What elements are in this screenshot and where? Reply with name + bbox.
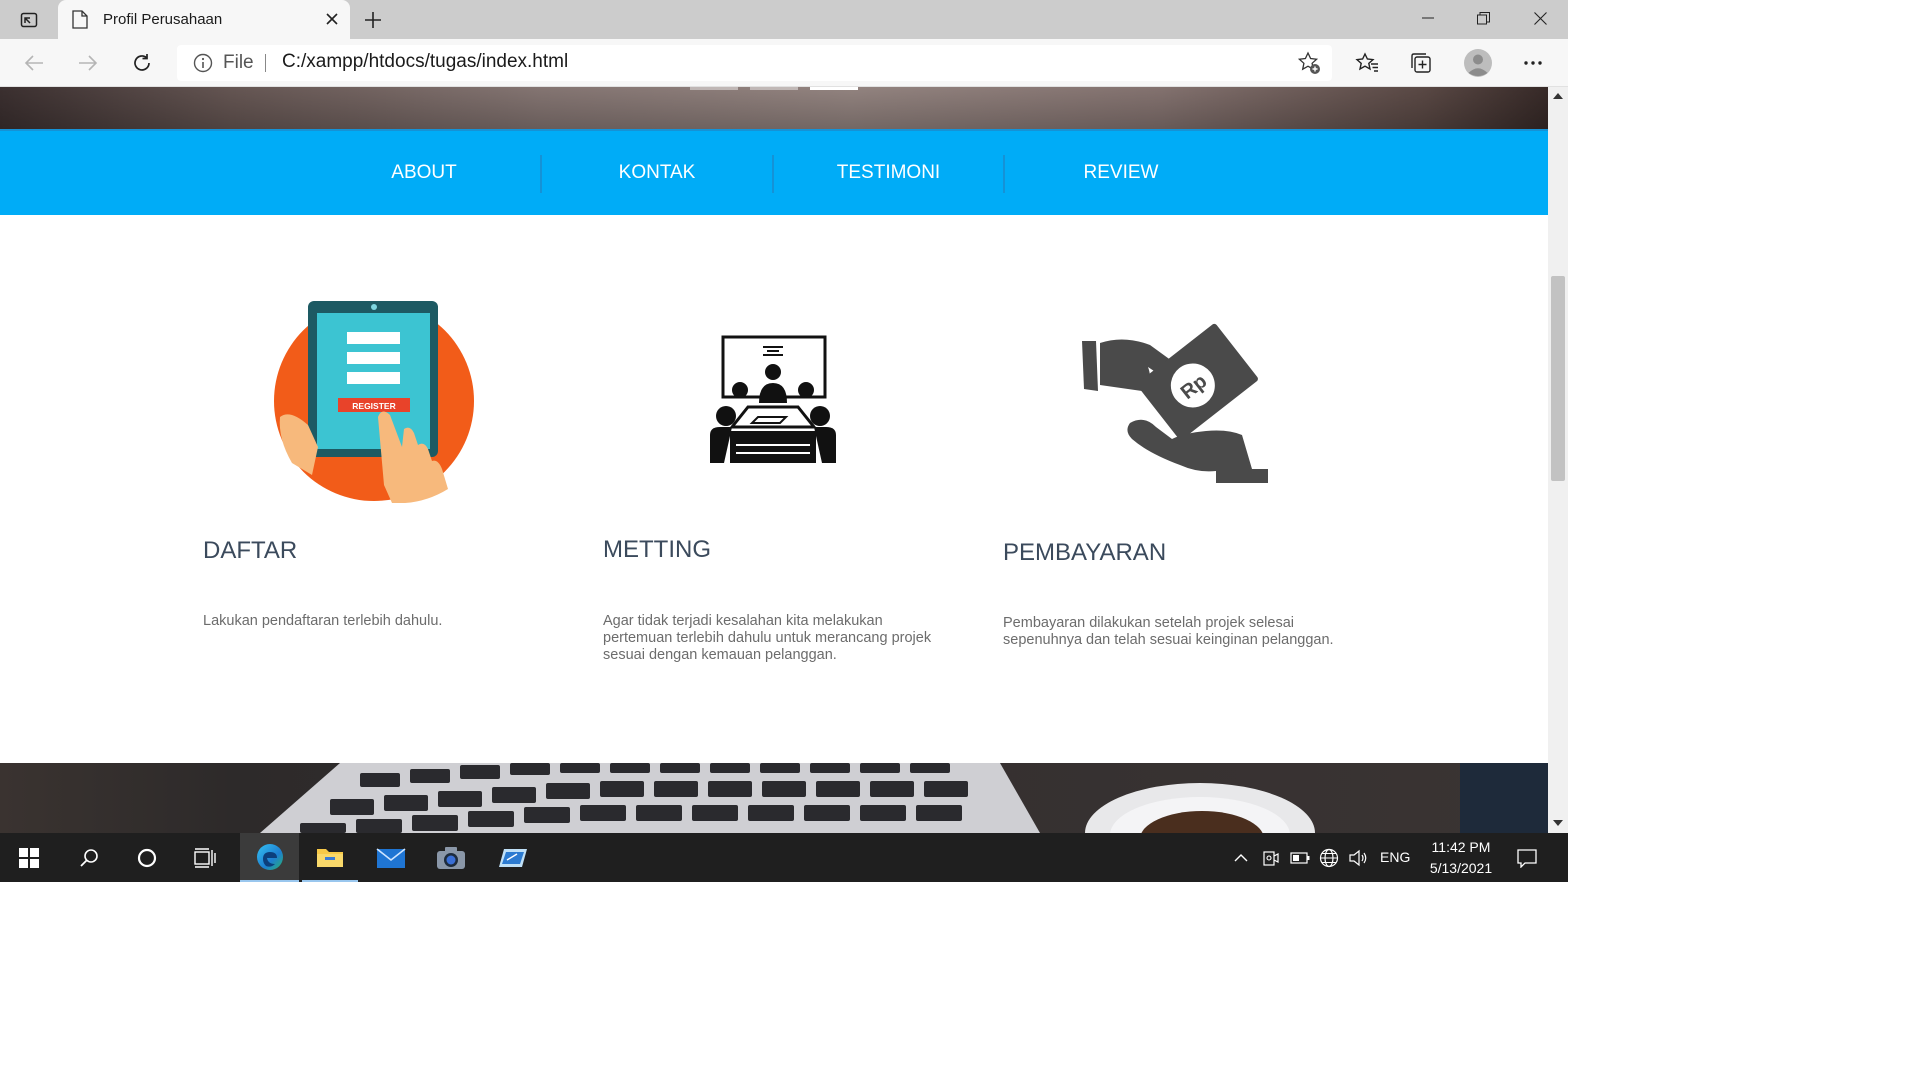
footer-background-image <box>0 763 1548 833</box>
clock-date: 5/13/2021 <box>1429 860 1493 876</box>
description-line: sepenuhnya dan telah sesuai keinginan pe… <box>1003 632 1334 648</box>
nav-link-review[interactable]: REVIEW <box>1005 131 1237 215</box>
notifications-icon[interactable] <box>1512 833 1542 882</box>
network-globe-icon[interactable] <box>1316 833 1342 882</box>
meeting-room-icon <box>706 335 840 465</box>
scroll-up-arrow-icon[interactable] <box>1553 93 1563 99</box>
nav-link-kontak[interactable]: KONTAK <box>542 131 772 215</box>
file-explorer-icon[interactable] <box>302 833 358 882</box>
tab-title: Profil Perusahaan <box>103 11 223 28</box>
windows-taskbar: ENG 11:42 PM 5/13/2021 <box>0 833 1568 882</box>
nav-link-about[interactable]: ABOUT <box>309 131 539 215</box>
page-viewport: ABOUT KONTAK TESTIMONI REVIEW REGISTER D… <box>0 87 1548 833</box>
nav-link-testimoni[interactable]: TESTIMONI <box>774 131 1003 215</box>
more-options-icon[interactable] <box>1518 48 1548 78</box>
browser-toolbar: File C:/xampp/htdocs/tugas/index.html <box>0 39 1568 87</box>
volume-icon[interactable] <box>1345 833 1371 882</box>
meet-now-icon[interactable] <box>1258 833 1284 882</box>
description-line: Lakukan pendaftaran terlebih dahulu. <box>203 613 443 629</box>
collections-icon[interactable] <box>1406 48 1436 78</box>
description-line: pertemuan terlebih dahulu untuk merancan… <box>603 630 932 646</box>
scheme-label: File <box>223 52 254 73</box>
address-separator <box>265 54 266 72</box>
windows-start-icon[interactable] <box>6 833 52 882</box>
minimize-icon[interactable] <box>1408 4 1448 32</box>
show-hidden-icons-icon[interactable] <box>1228 833 1254 882</box>
remote-desktop-icon[interactable] <box>484 833 542 882</box>
camera-icon[interactable] <box>422 833 480 882</box>
vertical-scrollbar[interactable] <box>1548 87 1568 833</box>
feature-title-pembayaran: PEMBAYARAN <box>1003 539 1167 566</box>
feature-title-daftar: DAFTAR <box>203 537 298 564</box>
add-favorite-icon[interactable] <box>1297 51 1321 80</box>
new-tab-icon[interactable] <box>360 7 386 33</box>
feature-description-metting: Agar tidak terjadi kesalahan kita melaku… <box>603 613 931 664</box>
input-language[interactable]: ENG <box>1380 849 1410 865</box>
tab-actions-icon[interactable] <box>14 7 44 33</box>
search-icon[interactable] <box>66 833 112 882</box>
edge-browser-taskbar-icon[interactable] <box>240 833 299 882</box>
hero-slider <box>0 87 1548 129</box>
mail-icon[interactable] <box>362 833 420 882</box>
browser-tab-bar: Profil Perusahaan <box>0 0 1568 39</box>
address-bar[interactable]: File C:/xampp/htdocs/tugas/index.html <box>177 45 1332 81</box>
favorites-icon[interactable] <box>1352 48 1382 78</box>
active-tab[interactable]: Profil Perusahaan <box>58 0 350 39</box>
scroll-thumb[interactable] <box>1551 276 1565 481</box>
payment-hand-money-icon: Rp <box>1076 305 1272 499</box>
battery-icon[interactable] <box>1287 833 1313 882</box>
register-label: REGISTER <box>352 401 395 411</box>
description-line: Pembayaran dilakukan setelah projek sele… <box>1003 615 1294 631</box>
register-tablet-illustration: REGISTER <box>272 299 476 504</box>
cortana-icon[interactable] <box>124 833 170 882</box>
feature-description-daftar: Lakukan pendaftaran terlebih dahulu. <box>203 613 442 630</box>
forward-icon[interactable] <box>73 48 103 78</box>
main-navigation: ABOUT KONTAK TESTIMONI REVIEW <box>0 129 1548 215</box>
page-icon <box>72 10 88 34</box>
clock-time: 11:42 PM <box>1431 839 1491 855</box>
feature-title-metting: METTING <box>603 536 711 563</box>
close-window-icon[interactable] <box>1520 4 1560 32</box>
slider-indicator[interactable] <box>690 87 738 90</box>
back-icon[interactable] <box>19 48 49 78</box>
scroll-down-arrow-icon[interactable] <box>1553 820 1563 826</box>
slider-indicator-active[interactable] <box>810 87 858 90</box>
restore-icon[interactable] <box>1463 4 1503 32</box>
close-tab-icon[interactable] <box>322 9 342 29</box>
taskbar-clock[interactable]: 11:42 PM 5/13/2021 <box>1418 837 1504 879</box>
url-text[interactable]: C:/xampp/htdocs/tugas/index.html <box>282 51 568 73</box>
profile-avatar-icon[interactable] <box>1462 47 1494 79</box>
description-line: Agar tidak terjadi kesalahan kita melaku… <box>603 613 883 629</box>
description-line: sesuai dengan kemauan pelanggan. <box>603 647 837 663</box>
feature-description-pembayaran: Pembayaran dilakukan setelah projek sele… <box>1003 615 1334 649</box>
info-icon[interactable] <box>193 53 213 78</box>
slider-indicator[interactable] <box>750 87 798 90</box>
refresh-icon[interactable] <box>127 48 157 78</box>
task-view-icon[interactable] <box>182 833 228 882</box>
